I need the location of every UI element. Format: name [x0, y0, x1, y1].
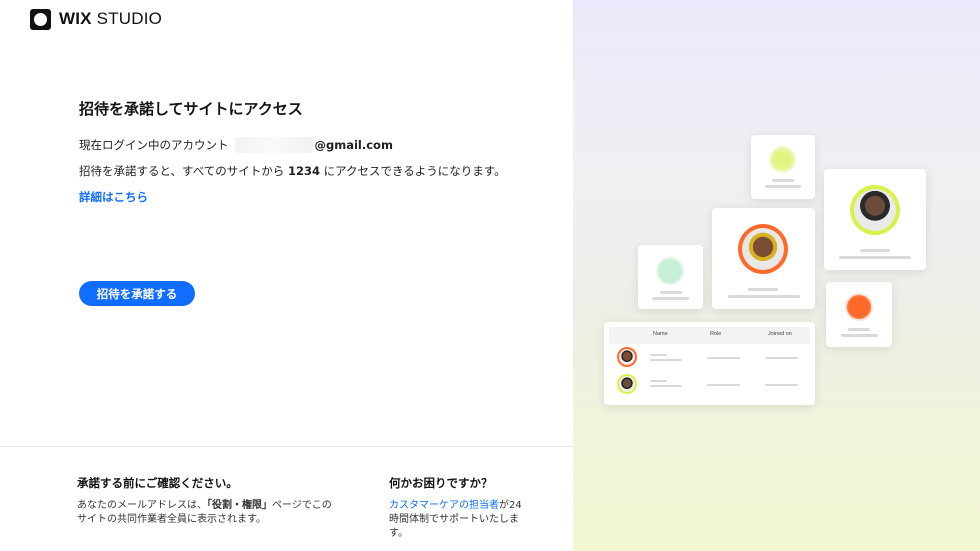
divider	[0, 446, 573, 447]
placeholder-line	[650, 380, 667, 382]
placeholder-line	[841, 334, 878, 337]
avatar-person-icon	[854, 189, 896, 231]
collaborator-card-placeholder	[751, 135, 815, 199]
account-email: @gmail.com	[314, 138, 393, 152]
collaborator-card	[712, 208, 815, 309]
placeholder-line	[839, 256, 911, 259]
placeholder-line	[650, 385, 682, 387]
accept-invite-button[interactable]: 招待を承諾する	[79, 281, 195, 306]
placeholder-line	[650, 354, 667, 356]
wix-studio-logo[interactable]: WIX STUDIO	[30, 8, 162, 30]
illustration-panel: Name Role Joined on	[573, 0, 980, 551]
access-description: 招待を承諾すると、すべてのサイトから 1234 にアクセスできるようになります。	[79, 163, 506, 179]
collaborator-card-placeholder	[638, 245, 703, 309]
account-label: 現在ログイン中のアカウント	[79, 138, 229, 152]
column-header-role: Role	[710, 331, 722, 337]
placeholder-line	[860, 249, 890, 252]
help-text: カスタマーケアの担当者が24時間体制でサポートいたします。	[389, 499, 524, 541]
learn-more-link[interactable]: 詳細はこちら	[79, 189, 148, 205]
confirm-title: 承諾する前にご確認ください。	[77, 476, 238, 490]
column-header-joined: Joined on	[768, 331, 792, 337]
confirm-text-before: あなたのメールアドレスは、	[77, 500, 207, 511]
access-text-after: にアクセスできるようになります。	[319, 164, 506, 178]
placeholder-line	[650, 359, 682, 361]
avatar-person-icon	[742, 228, 784, 270]
placeholder-line	[772, 179, 794, 182]
placeholder-line	[765, 185, 801, 188]
site-name: 1234	[287, 164, 320, 178]
collaborators-table-preview: Name Role Joined on	[604, 322, 815, 405]
confirm-text: あなたのメールアドレスは、「役割・権限」ページでこのサイトの共同作業者全員に表示…	[77, 499, 337, 527]
roles-permissions-label: 「役割・権限」	[207, 500, 272, 511]
avatar-person-icon	[619, 376, 635, 392]
access-text-before: 招待を承諾すると、すべてのサイトから	[79, 164, 288, 178]
redacted-email	[234, 137, 313, 153]
customer-care-link[interactable]: カスタマーケアの担当者	[389, 500, 499, 511]
placeholder-line	[765, 357, 798, 359]
placeholder-line	[707, 384, 740, 386]
placeholder-line	[707, 357, 740, 359]
collaborator-card	[824, 169, 926, 270]
placeholder-line	[728, 295, 800, 298]
invite-panel: WIX STUDIO 招待を承諾してサイトにアクセス 現在ログイン中のアカウント…	[0, 0, 573, 551]
page-title: 招待を承諾してサイトにアクセス	[79, 100, 303, 118]
column-header-name: Name	[653, 331, 668, 337]
placeholder-line	[652, 297, 689, 300]
avatar-person-icon	[619, 349, 635, 365]
avatar-placeholder-icon	[656, 257, 684, 285]
avatar-placeholder-icon	[845, 293, 873, 321]
wix-logo-icon	[30, 8, 51, 30]
table-header: Name Role Joined on	[609, 327, 810, 344]
logo-text: WIX STUDIO	[59, 9, 163, 28]
current-account-line: 現在ログイン中のアカウント @gmail.com	[79, 137, 393, 153]
avatar-placeholder-icon	[769, 146, 796, 173]
placeholder-line	[848, 328, 870, 331]
placeholder-line	[748, 288, 778, 291]
placeholder-line	[765, 384, 798, 386]
placeholder-line	[660, 291, 682, 294]
help-title: 何かお困りですか？	[389, 476, 493, 490]
collaborator-card-placeholder	[826, 282, 892, 347]
